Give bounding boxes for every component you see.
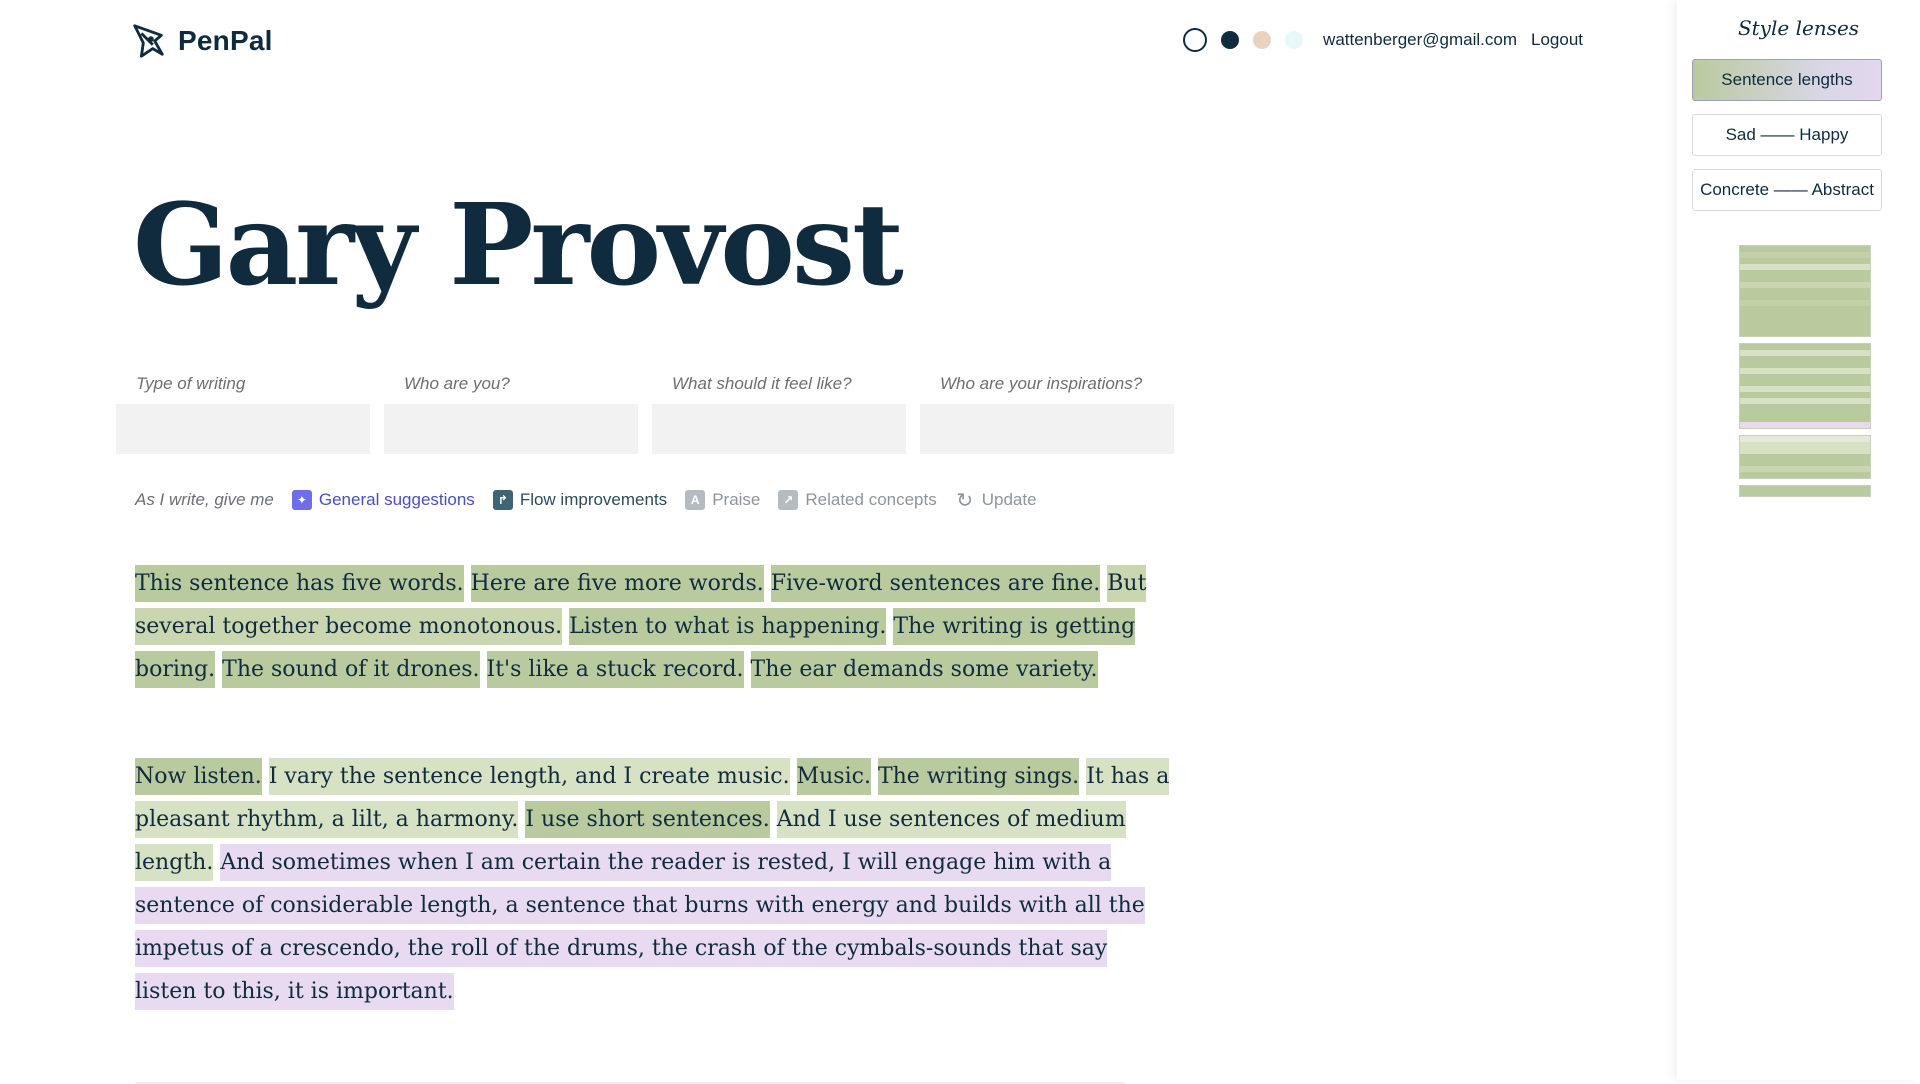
paragraph-2: Now listen. I vary the sentence length, … — [135, 755, 1175, 1013]
penpal-logo-icon — [133, 24, 164, 58]
navy-theme-swatch-icon[interactable] — [1221, 31, 1240, 49]
field-label: Who are your inspirations? — [940, 374, 1143, 393]
field-feel: What should it feel like? — [652, 374, 906, 454]
panel-title: Style lenses — [1737, 16, 1860, 40]
minimap-block — [1739, 435, 1871, 479]
text-editor[interactable]: This sentence has five words. Here are f… — [135, 562, 1175, 1077]
white-theme-swatch-icon[interactable] — [1183, 28, 1208, 52]
sentence-highlight: I vary the sentence length, and I create… — [268, 758, 790, 795]
sentence-highlight: Now listen. — [135, 758, 262, 795]
field-label: Type of writing — [136, 374, 246, 393]
field-type-of-writing: Type of writing — [116, 374, 370, 454]
user-email: wattenberger@gmail.com — [1323, 30, 1517, 49]
who-are-you-input[interactable] — [384, 404, 638, 454]
link-out-icon: ↗ — [778, 490, 799, 510]
refresh-icon: ↻ — [956, 489, 974, 512]
sentence-highlight: The sound of it drones. — [222, 651, 480, 688]
sparkle-icon: ✦ — [291, 490, 312, 510]
paragraph-1: This sentence has five words. Here are f… — [135, 562, 1175, 691]
sentence-highlight: This sentence has five words. — [135, 565, 464, 602]
field-inspirations: Who are your inspirations? — [920, 374, 1174, 454]
chip-label: Flow improvements — [519, 490, 668, 509]
sentence-highlight: I use short sentences. — [525, 801, 770, 838]
app-logo[interactable]: PenPal — [130, 22, 273, 60]
sentence-highlight: Five-word sentences are fine. — [770, 565, 1101, 602]
lens-sentence-lengths[interactable]: Sentence lengths — [1692, 59, 1882, 101]
sentence-highlight: It's like a stuck record. — [486, 651, 744, 688]
sentence-highlight: Listen to what is happening. — [569, 608, 887, 645]
praise-icon: A — [685, 490, 706, 510]
inspirations-input[interactable] — [920, 404, 1174, 454]
type-of-writing-input[interactable] — [116, 404, 370, 454]
document-minimap[interactable] — [1739, 245, 1871, 503]
field-label: What should it feel like? — [672, 374, 852, 393]
minimap-block — [1739, 485, 1871, 497]
context-fields: Type of writing Who are you? What should… — [116, 374, 1174, 454]
related-concepts-toggle[interactable]: ↗ Related concepts — [778, 490, 937, 510]
chip-label: Praise — [712, 490, 761, 509]
sentence-highlight: Here are five more words. — [470, 565, 764, 602]
document-title[interactable]: Gary Provost — [133, 190, 904, 302]
mint-theme-swatch-icon[interactable] — [1285, 31, 1304, 49]
chip-label: General suggestions — [318, 490, 475, 509]
flow-arrow-icon: ↱ — [492, 490, 513, 510]
general-suggestions-toggle[interactable]: ✦ General suggestions — [291, 490, 475, 510]
lens-sad-happy[interactable]: Sad —— Happy — [1692, 114, 1882, 156]
sentence-highlight: The ear demands some variety. — [750, 651, 1098, 688]
minimap-block — [1739, 245, 1871, 337]
sentence-highlight: And sometimes when I am certain the read… — [135, 844, 1145, 1010]
field-who-are-you: Who are you? — [384, 374, 638, 454]
minimap-block — [1739, 343, 1871, 429]
update-button[interactable]: ↻ Update — [955, 489, 1037, 512]
app-name: PenPal — [178, 25, 273, 56]
chip-label: Update — [981, 490, 1037, 509]
style-lenses-panel: Style lenses Sentence lengths Sad —— Hap… — [1677, 0, 1920, 1080]
sentence-highlight: The writing sings. — [877, 758, 1080, 795]
praise-toggle[interactable]: A Praise — [685, 490, 760, 510]
top-bar: wattenberger@gmail.com Logout — [1183, 28, 1583, 52]
suggestions-label: As I write, give me — [135, 490, 274, 509]
logout-link[interactable]: Logout — [1531, 30, 1583, 50]
feel-input[interactable] — [652, 404, 906, 454]
lens-concrete-abstract[interactable]: Concrete —— Abstract — [1692, 169, 1882, 211]
flow-improvements-toggle[interactable]: ↱ Flow improvements — [492, 490, 668, 510]
sentence-highlight: Music. — [796, 758, 871, 795]
sand-theme-swatch-icon[interactable] — [1253, 31, 1272, 49]
suggestions-bar: As I write, give me ✦ General suggestion… — [135, 489, 1037, 512]
field-label: Who are you? — [404, 374, 510, 393]
chip-label: Related concepts — [805, 490, 937, 509]
